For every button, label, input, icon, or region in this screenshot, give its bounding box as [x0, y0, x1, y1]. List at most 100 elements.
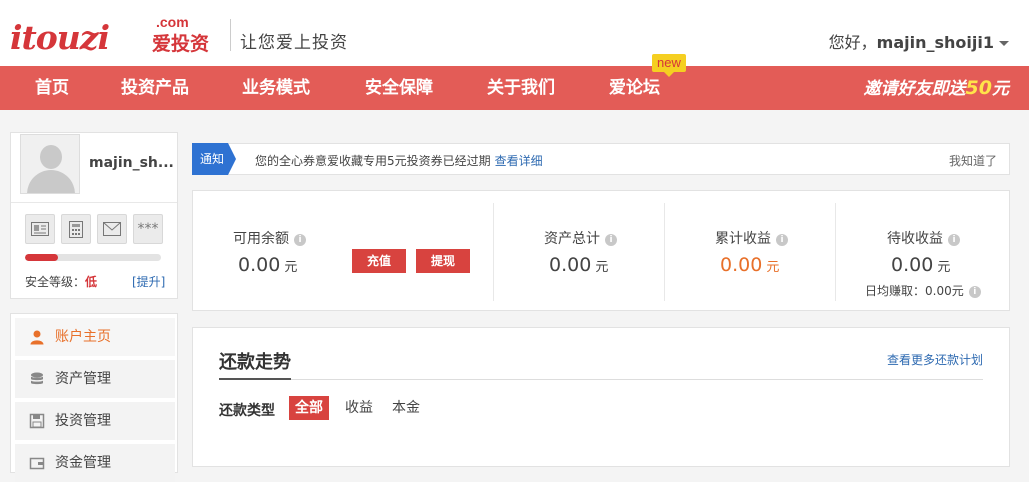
menu-item-funds[interactable]: 资金管理 [15, 444, 175, 482]
menu-item-label: 账户主页 [55, 329, 111, 345]
available-balance-unit: 元 [284, 260, 298, 275]
invite-text: 邀请好友即送 [863, 79, 966, 99]
available-balance-amount: 0.00 [238, 254, 281, 276]
repayment-type-principal[interactable]: 本金 [386, 396, 426, 420]
menu-item-label: 投资管理 [55, 413, 111, 429]
notice-text: 您的全心券意爱收藏专用5元投资券已经过期 [255, 154, 491, 168]
summary-divider [664, 203, 665, 301]
nav-item-products[interactable]: 投资产品 [121, 66, 189, 110]
available-balance-value: 0.00 元 [238, 254, 297, 276]
total-assets-unit: 元 [595, 260, 609, 275]
info-icon[interactable]: i [948, 234, 960, 246]
user-icon [30, 330, 44, 345]
security-level-label: 安全等级： [25, 275, 86, 289]
notice-detail-link[interactable]: 查看详细 [495, 154, 543, 168]
wallet-icon [29, 457, 45, 470]
account-summary: 可用余额 i 0.00 元 充值 提现 资产总计 i 0.00 元 累计收益 i 0.00… [192, 190, 1010, 311]
recharge-button[interactable]: 充值 [352, 249, 406, 273]
password-icon[interactable]: *** [133, 214, 163, 244]
logo-wordmark: itouzi [10, 18, 110, 57]
logo-domain: .com [156, 14, 189, 30]
info-icon[interactable]: i [776, 234, 788, 246]
pending-income-amount: 0.00 [891, 254, 934, 276]
total-income-label-text: 累计收益 [715, 231, 771, 247]
upgrade-security-link[interactable]: [提升] [132, 273, 165, 290]
repayment-type-all[interactable]: 全部 [289, 396, 329, 420]
total-assets-value: 0.00 元 [549, 254, 608, 276]
available-balance-label: 可用余额 i [233, 228, 306, 248]
security-level: 安全等级：低 [25, 273, 97, 290]
pending-income-unit: 元 [937, 260, 951, 275]
invite-unit: 元 [992, 79, 1009, 99]
notice-bar: 通知 您的全心券意爱收藏专用5元投资券已经过期 查看详细 我知道了 [192, 143, 1010, 175]
chevron-down-icon [999, 41, 1009, 46]
pending-income-label: 待收收益 i [887, 228, 960, 248]
summary-divider [835, 203, 836, 301]
menu-item-label: 资金管理 [55, 455, 111, 471]
info-icon[interactable]: i [605, 234, 617, 246]
repayment-title: 还款走势 [219, 352, 291, 373]
menu-item-label: 资产管理 [55, 371, 111, 387]
withdraw-button[interactable]: 提现 [416, 249, 470, 273]
total-income-unit: 元 [766, 260, 780, 275]
avatar-body [27, 170, 75, 193]
coins-icon [31, 372, 43, 385]
repayment-divider [219, 379, 983, 380]
pending-income-value: 0.00 元 [891, 254, 950, 276]
id-card-icon[interactable] [25, 214, 55, 244]
notice-tag: 通知 [192, 143, 236, 175]
new-badge: new [652, 54, 686, 77]
slogan: 让您爱上投资 [240, 33, 348, 53]
repayment-trend-panel: 还款走势 查看更多还款计划 还款类型 全部 收益 本金 [192, 327, 1010, 467]
nav-item-security[interactable]: 安全保障 [365, 66, 433, 110]
total-income-label: 累计收益 i [715, 228, 788, 248]
menu-item-assets[interactable]: 资产管理 [15, 360, 175, 398]
invite-amount: 50 [965, 77, 992, 99]
profile-divider [11, 202, 177, 203]
slogan-divider [230, 19, 231, 51]
nav-item-about[interactable]: 关于我们 [487, 66, 555, 110]
email-icon[interactable] [97, 214, 127, 244]
user-greeting-menu[interactable]: 您好，majin_shoiji1 [829, 29, 1009, 53]
invite-friends-link[interactable]: 邀请好友即送50元 [864, 66, 1009, 111]
nav-item-home[interactable]: 首页 [35, 66, 69, 110]
calculator-icon[interactable] [61, 214, 91, 244]
main-nav: 首页 投资产品 业务模式 安全保障 关于我们 爱论坛 new 邀请好友即送50元 [0, 54, 1029, 111]
menu-item-account-home[interactable]: 账户主页 [15, 318, 175, 356]
security-level-fill [25, 254, 58, 261]
menu-item-investments[interactable]: 投资管理 [15, 402, 175, 440]
daily-earnings-text: 日均赚取：0.00元 [865, 284, 964, 298]
nav-item-forum-label: 爱论坛 [609, 78, 660, 98]
save-icon [29, 413, 45, 429]
logo-chinese: 爱投资 [152, 33, 210, 55]
summary-divider [493, 203, 494, 301]
profile-card: majin_sh... *** 安全等级：低 [提升] [10, 132, 178, 299]
total-assets-label-text: 资产总计 [544, 231, 600, 247]
site-header: itouzi .com 爱投资 让您爱上投资 您好，majin_shoiji1 [0, 0, 1029, 66]
nav-item-business[interactable]: 业务模式 [242, 66, 310, 110]
daily-earnings: 日均赚取：0.00元 i [865, 282, 981, 299]
repayment-type-income[interactable]: 收益 [339, 396, 379, 420]
greeting-prefix: 您好， [828, 33, 877, 52]
pending-income-label-text: 待收收益 [887, 231, 943, 247]
more-repayment-plans-link[interactable]: 查看更多还款计划 [887, 351, 983, 368]
notice-message: 您的全心券意爱收藏专用5元投资券已经过期 查看详细 [255, 152, 543, 169]
repayment-type-label: 还款类型 [219, 403, 275, 419]
available-balance-label-text: 可用余额 [233, 231, 289, 247]
total-assets-amount: 0.00 [549, 254, 592, 276]
greeting-username: majin_shoiji1 [876, 33, 994, 52]
account-menu: 账户主页 资产管理 投资管理 资金管理 [10, 313, 178, 482]
security-level-bar [25, 254, 161, 261]
itouzi-logo[interactable]: itouzi .com 爱投资 [10, 12, 218, 57]
avatar[interactable] [20, 134, 80, 194]
info-icon[interactable]: i [968, 286, 981, 298]
repayment-title-underline [219, 378, 291, 380]
nav-item-forum[interactable]: 爱论坛 new [609, 54, 686, 110]
total-income-value: 0.00 元 [720, 254, 779, 276]
notice-dismiss-button[interactable]: 我知道了 [949, 152, 997, 169]
avatar-head [40, 145, 62, 169]
info-icon[interactable]: i [294, 234, 306, 246]
security-level-value: 低 [85, 275, 98, 289]
profile-username: majin_sh... [89, 155, 174, 171]
total-income-amount: 0.00 [720, 254, 763, 276]
